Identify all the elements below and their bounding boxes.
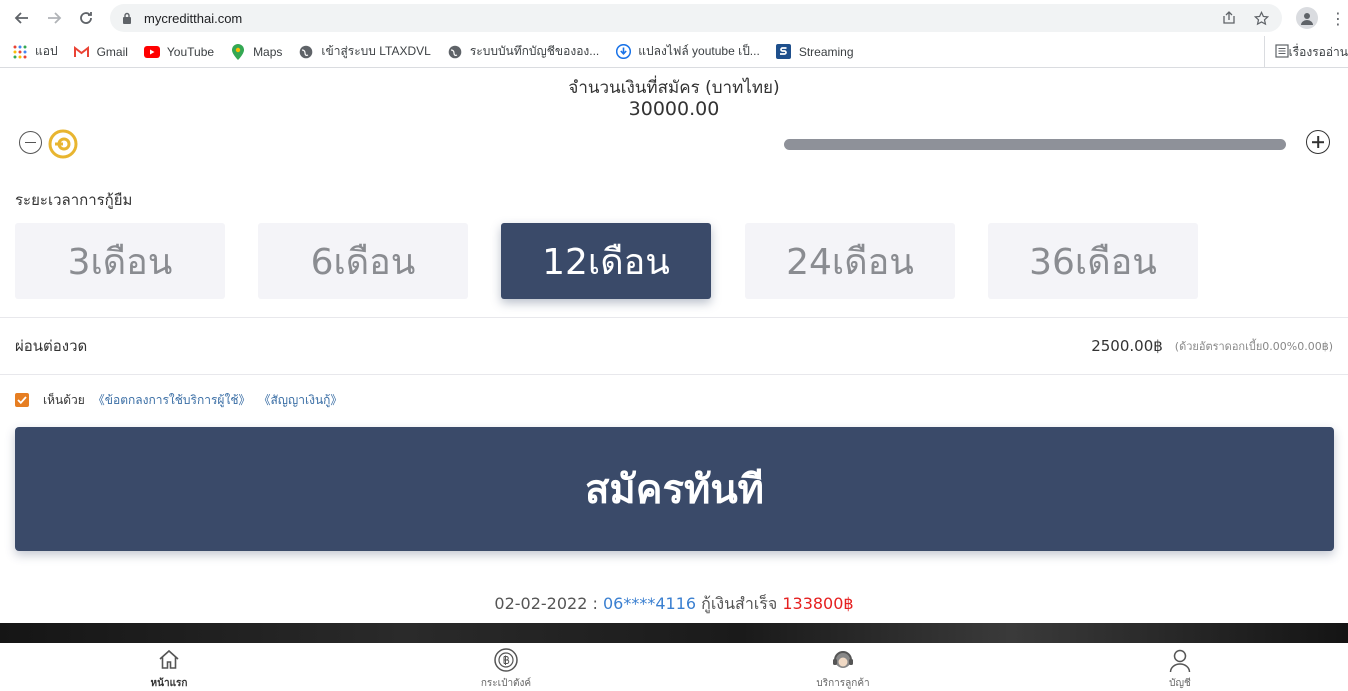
loan-contract-link[interactable]: 《สัญญาเงินกู้》 [258,391,342,410]
agree-checkbox[interactable] [15,393,29,407]
customer-service-icon [833,651,853,668]
url-text: mycreditthai.com [144,10,243,26]
star-icon[interactable] [1250,7,1272,29]
agreement-row: เห็นด้วย 《ข้อตกลงการใช้บริการผู้ใช้》 《สั… [0,375,1348,425]
amount-slider [0,128,1348,178]
bookmark-maps[interactable]: Maps [230,43,283,60]
decrease-amount-icon[interactable] [19,131,42,154]
installment-row: ผ่อนต่องวด 2500.00฿ (ด้วยอัตราดอกเบี้ย0.… [0,318,1348,374]
wallet-icon [494,648,518,672]
coin-icon [47,128,79,160]
tab-wallet[interactable]: กระเป๋าตังค์ [446,647,566,691]
reading-list[interactable]: เรื่องรออ่าน [1263,36,1348,68]
amount-value: 30000.00 [628,98,720,120]
installment-amount: 2500.00฿ [1091,337,1163,355]
bookmark-apps[interactable]: แอป [12,42,58,61]
tab-label: หน้าแรก [150,678,188,689]
bookmark-youtube[interactable]: YouTube [143,44,215,60]
reading-list-label: เรื่องรออ่าน [1288,44,1348,59]
ticker-text: กู้เงินสำเร็จ [701,594,778,613]
user-icon [1169,649,1191,673]
bookmark-label: แปลงไฟล์ youtube เป็... [638,44,760,58]
globe-icon [298,44,314,60]
loan-ticker: 02-02-2022 : 06****4116 กู้เงินสำเร็จ 13… [0,592,1348,617]
bottom-tab-bar: หน้าแรก กระเป๋าตังค์ บริการลูกค้า บัญชี [0,643,1348,691]
bookmark-label: YouTube [166,44,215,59]
download-icon [615,44,631,60]
ticker-amount: 133800฿ [782,594,854,613]
tab-home[interactable]: หน้าแรก [109,647,229,691]
loan-page: จำนวนเงินที่สมัคร (บาทไทย) 30000.00 ระยะ… [0,68,1348,691]
forward-icon[interactable] [40,4,68,32]
home-icon [159,649,179,669]
streaming-icon [776,44,792,60]
apps-grid-icon [12,44,28,60]
tab-label: กระเป๋าตังค์ [480,678,532,689]
bookmark-label: เข้าสู่ระบบ LTAXDVL [321,44,431,58]
installment-rate: (ด้วยอัตราดอกเบี้ย0.00%0.00฿) [1174,340,1333,353]
bookmarks-bar: แอป Gmail YouTube Maps เข้าสู่ระบบ LTAXD… [0,36,1348,68]
browser-toolbar: mycreditthai.com ⋮ [0,0,1348,36]
share-icon[interactable] [1218,7,1240,29]
term-options: 3เดือน 6เดือน 12เดือน 24เดือน 36เดือน [0,214,1348,300]
globe-icon [447,44,463,60]
tab-customer-service[interactable]: บริการลูกค้า [783,647,903,691]
term-option-6[interactable]: 6เดือน [258,223,468,299]
lock-icon [120,11,134,25]
address-bar[interactable]: mycreditthai.com [110,4,1282,32]
reload-icon[interactable] [72,4,100,32]
term-option-36[interactable]: 36เดือน [988,223,1198,299]
bookmark-streaming[interactable]: Streaming [776,44,854,60]
menu-kebab-icon[interactable]: ⋮ [1330,9,1346,28]
bookmark-youtube-converter[interactable]: แปลงไฟล์ youtube เป็... [615,42,760,61]
ticker-phone: 06****4116 [602,594,697,613]
term-option-12[interactable]: 12เดือน [501,223,711,299]
agree-text: เห็นด้วย [43,392,85,407]
bookmark-gmail[interactable]: Gmail [74,44,128,60]
back-icon[interactable] [8,4,36,32]
term-option-3[interactable]: 3เดือน [15,223,225,299]
amount-title: จำนวนเงินที่สมัคร (บาทไทย) [568,78,780,98]
bookmark-label: ระบบบันทึกบัญชีขององ... [469,44,600,58]
term-label: ระยะเวลาการกู้ยืม [15,191,133,209]
bookmark-accounting[interactable]: ระบบบันทึกบัญชีขององ... [447,42,599,61]
reading-list-icon [1274,43,1289,61]
profile-avatar-icon[interactable] [1296,7,1318,29]
bookmark-ltaxdvl[interactable]: เข้าสู่ระบบ LTAXDVL [298,42,431,61]
maps-icon [230,43,246,60]
banner-strip [0,623,1348,645]
installment-label: ผ่อนต่องวด [15,337,88,355]
bookmark-label: Gmail [96,44,128,59]
apply-now-button[interactable]: สมัครทันที [15,427,1334,551]
tab-label: บัญชี [1169,678,1191,689]
increase-amount-icon[interactable] [1306,130,1330,154]
ticker-date: 02-02-2022 : [494,594,598,613]
term-option-24[interactable]: 24เดือน [745,223,955,299]
tab-account[interactable]: บัญชี [1120,647,1240,691]
slider-track[interactable] [784,139,1286,150]
gmail-icon [74,44,90,60]
bookmark-label: แอป [35,44,58,58]
terms-of-service-link[interactable]: 《ข้อตกลงการใช้บริการผู้ใช้》 [93,391,251,410]
tab-label: บริการลูกค้า [816,678,870,689]
bookmark-label: Streaming [798,44,854,59]
youtube-icon [143,44,160,60]
bookmark-label: Maps [253,44,283,59]
